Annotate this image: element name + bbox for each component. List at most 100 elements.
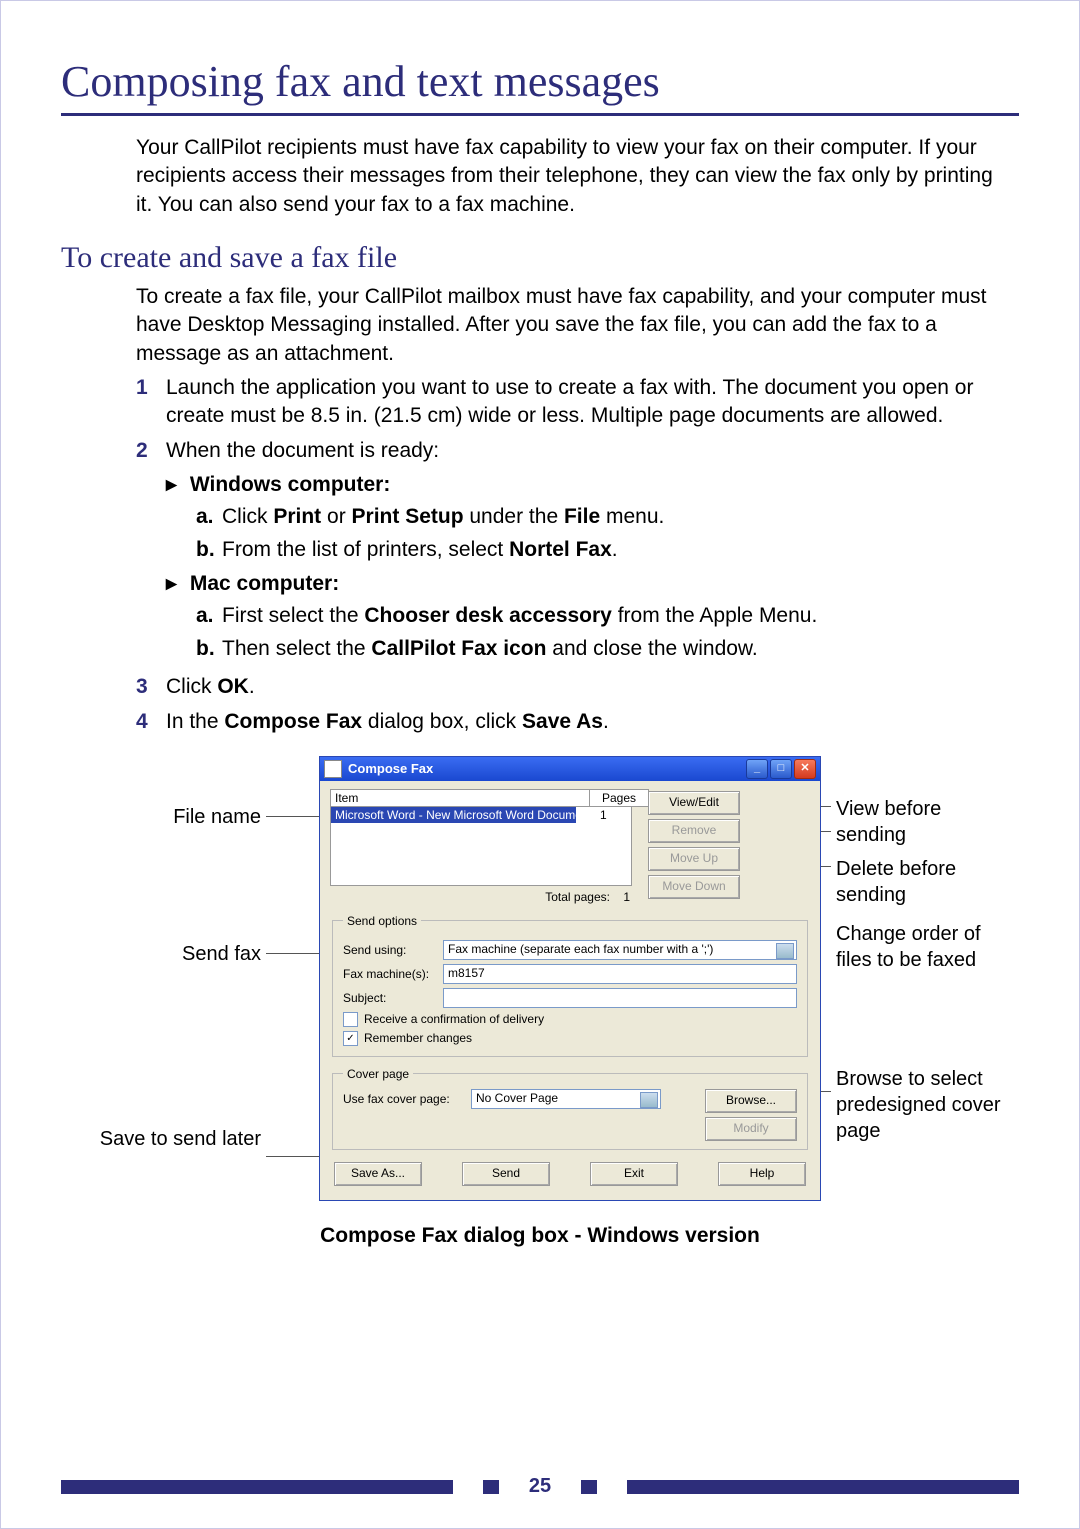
callout-delete: Delete before sending: [836, 856, 1016, 908]
file-list-block: Item Pages Microsoft Word - New Microsof…: [330, 789, 810, 904]
t: Nortel Fax: [509, 538, 612, 561]
save-as-button[interactable]: Save As...: [334, 1162, 422, 1186]
cb-label: Receive a confirmation of delivery: [364, 1012, 544, 1026]
windows-subhead: ▸ Windows computer:: [166, 471, 1019, 499]
step-text: Click OK.: [166, 673, 1019, 701]
callout-filename: File name: [61, 804, 261, 830]
cover-page-group: Cover page Use fax cover page: No Cover …: [332, 1067, 808, 1150]
intro-paragraph: Your CallPilot recipients must have fax …: [136, 134, 1009, 219]
legend-send-options: Send options: [343, 914, 421, 928]
window-controls: _ □ ✕: [746, 759, 816, 779]
lbl-send-using: Send using:: [343, 943, 443, 957]
move-down-button[interactable]: Move Down: [648, 875, 740, 899]
cover-page-dropdown[interactable]: No Cover Page: [471, 1089, 661, 1109]
t: First select the: [222, 604, 364, 627]
t: In the: [166, 710, 224, 733]
sub-a: a. First select the Chooser desk accesso…: [196, 602, 1019, 630]
sub-letter: a.: [196, 602, 222, 630]
step-number: 1: [136, 374, 166, 431]
browse-button[interactable]: Browse...: [705, 1089, 797, 1113]
step-text: When the document is ready: ▸ Windows co…: [166, 437, 1019, 667]
step-2-text: When the document is ready:: [166, 439, 439, 462]
cb-label: Remember changes: [364, 1031, 472, 1045]
t: Then select the: [222, 637, 371, 660]
subject-input[interactable]: [443, 988, 797, 1008]
section-intro: To create a fax file, your CallPilot mai…: [136, 283, 1009, 368]
step-3: 3 Click OK.: [136, 673, 1019, 701]
section-heading: To create and save a fax file: [61, 241, 1019, 275]
sub-text: From the list of printers, select Nortel…: [222, 536, 618, 564]
step-text: In the Compose Fax dialog box, click Sav…: [166, 708, 1019, 736]
t: .: [249, 675, 255, 698]
mac-label: Mac computer:: [190, 572, 339, 595]
app-icon: [324, 760, 342, 778]
t: and close the window.: [546, 637, 757, 660]
t: Chooser desk accessory: [364, 604, 611, 627]
maximize-button[interactable]: □: [770, 759, 792, 779]
t: Compose Fax: [224, 710, 362, 733]
move-up-button[interactable]: Move Up: [648, 847, 740, 871]
exit-button[interactable]: Exit: [590, 1162, 678, 1186]
row-remember: ✓ Remember changes: [343, 1031, 797, 1046]
send-using-dropdown[interactable]: Fax machine (separate each fax number wi…: [443, 940, 797, 960]
cell-pages: 1: [576, 807, 631, 823]
page-number: 25: [529, 1475, 551, 1498]
compose-fax-dialog: Compose Fax _ □ ✕ Item Pages Microsoft W…: [319, 756, 821, 1201]
mac-subhead: ▸ Mac computer:: [166, 570, 1019, 598]
t: From the list of printers, select: [222, 538, 509, 561]
minimize-button[interactable]: _: [746, 759, 768, 779]
cover-buttons: Browse... Modify: [705, 1089, 797, 1141]
callout-sendfax: Send fax: [61, 941, 261, 967]
windows-sublist: a. Click Print or Print Setup under the …: [196, 503, 1019, 564]
callout-order: Change order of files to be faxed: [836, 921, 1016, 973]
send-button[interactable]: Send: [462, 1162, 550, 1186]
t: menu.: [600, 505, 664, 528]
step-2: 2 When the document is ready: ▸ Windows …: [136, 437, 1019, 667]
lbl-subject: Subject:: [343, 991, 443, 1005]
step-4: 4 In the Compose Fax dialog box, click S…: [136, 708, 1019, 736]
t: dialog box, click: [362, 710, 522, 733]
title-rule: [61, 113, 1019, 116]
receive-confirm-checkbox[interactable]: [343, 1012, 358, 1027]
step-number: 4: [136, 708, 166, 736]
callout-view: View before sending: [836, 796, 1006, 848]
t: or: [321, 505, 351, 528]
row-receive-confirm: Receive a confirmation of delivery: [343, 1012, 797, 1027]
row-fax-machines: Fax machine(s): m8157: [343, 964, 797, 984]
item-list[interactable]: Microsoft Word - New Microsoft Word Docu…: [330, 807, 632, 886]
titlebar[interactable]: Compose Fax _ □ ✕: [320, 757, 820, 781]
t: Print: [273, 505, 321, 528]
page-title: Composing fax and text messages: [61, 56, 1019, 107]
footer-bar-right: [627, 1480, 1019, 1494]
callout-save: Save to send later: [61, 1126, 261, 1152]
step-number: 3: [136, 673, 166, 701]
remove-button[interactable]: Remove: [648, 819, 740, 843]
row-send-using: Send using: Fax machine (separate each f…: [343, 940, 797, 960]
sub-text: Click Print or Print Setup under the Fil…: [222, 503, 664, 531]
close-button[interactable]: ✕: [794, 759, 816, 779]
footer-bar-left: [61, 1480, 453, 1494]
sub-a: a. Click Print or Print Setup under the …: [196, 503, 1019, 531]
figure-caption: Compose Fax dialog box - Windows version: [61, 1224, 1019, 1248]
legend-cover: Cover page: [343, 1067, 413, 1081]
sub-text: First select the Chooser desk accessory …: [222, 602, 817, 630]
t: Save As: [522, 710, 603, 733]
dialog-figure: File name Send fax Save to send later Vi…: [61, 756, 1021, 1206]
send-options-group: Send options Send using: Fax machine (se…: [332, 914, 808, 1057]
col-pages[interactable]: Pages: [590, 789, 649, 807]
modify-button[interactable]: Modify: [705, 1117, 797, 1141]
page-footer: 25: [61, 1475, 1019, 1498]
view-edit-button[interactable]: View/Edit: [648, 791, 740, 815]
col-item[interactable]: Item: [330, 789, 590, 807]
t: Click: [222, 505, 273, 528]
t: File: [564, 505, 600, 528]
arrow-icon: ▸: [166, 471, 184, 499]
help-button[interactable]: Help: [718, 1162, 806, 1186]
cell-item: Microsoft Word - New Microsoft Word Docu…: [331, 807, 576, 823]
table-row[interactable]: Microsoft Word - New Microsoft Word Docu…: [331, 807, 631, 823]
callout-browse: Browse to select predesigned cover page: [836, 1066, 1016, 1144]
t: CallPilot Fax icon: [371, 637, 546, 660]
t: .: [603, 710, 609, 733]
fax-machines-input[interactable]: m8157: [443, 964, 797, 984]
remember-checkbox[interactable]: ✓: [343, 1031, 358, 1046]
